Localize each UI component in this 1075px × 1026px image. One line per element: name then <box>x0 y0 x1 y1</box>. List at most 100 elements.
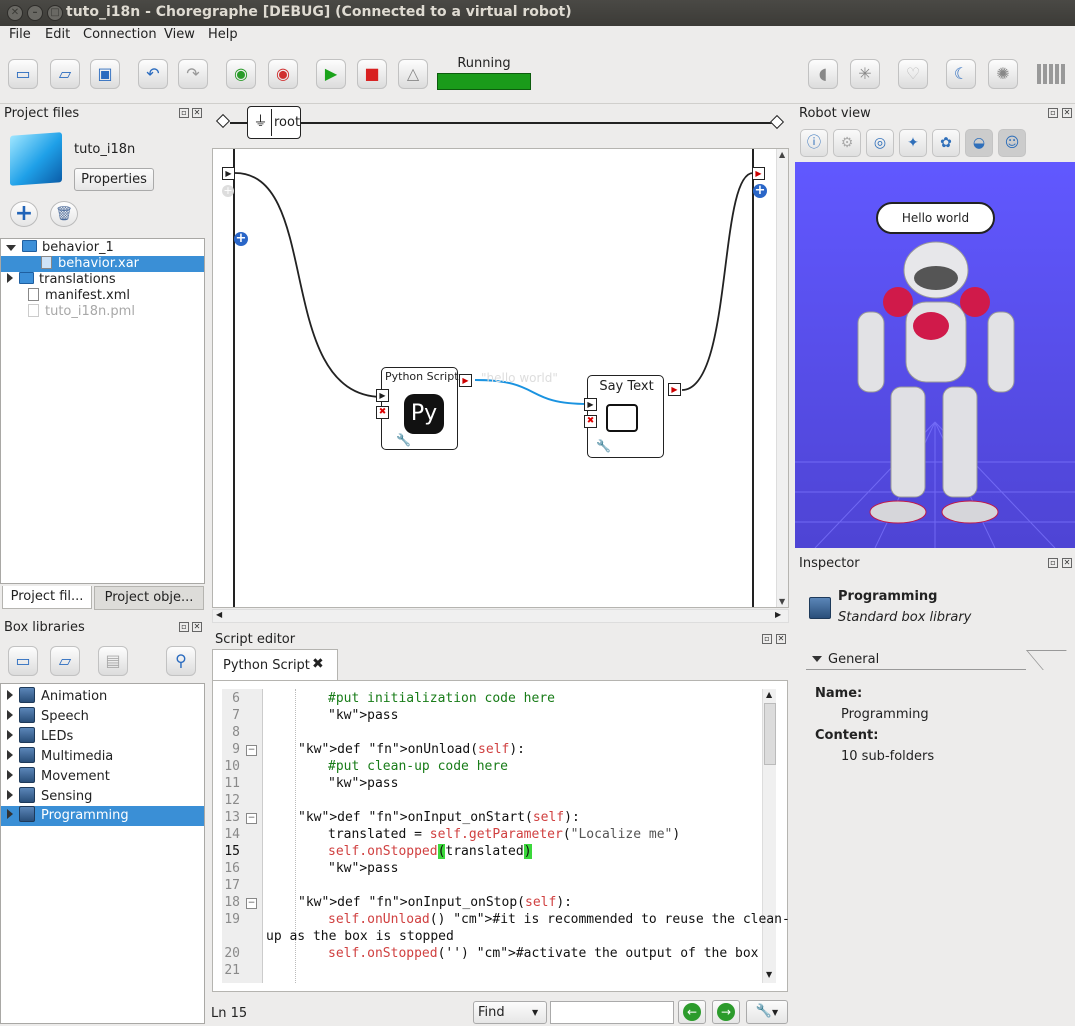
library-item-multimedia[interactable]: Multimedia <box>1 747 204 764</box>
editor-scrollbar[interactable]: ▲ ▼ <box>762 689 776 983</box>
view-options-icon[interactable]: ⚙ <box>833 129 861 157</box>
close-icon[interactable]: ✕ <box>1062 558 1072 568</box>
search-library-icon[interactable]: ⚲ <box>166 646 196 676</box>
trash-icon[interactable]: 🗑 <box>50 201 78 227</box>
library-item-animation[interactable]: Animation <box>1 687 204 704</box>
info-icon[interactable]: ⓘ <box>800 129 828 157</box>
fold-icon[interactable]: − <box>246 898 257 909</box>
python-onstop-input[interactable]: ✖ <box>376 406 389 419</box>
add-parameter-icon[interactable]: + <box>234 232 248 246</box>
scroll-up-icon[interactable]: ▲ <box>779 150 785 159</box>
properties-button[interactable]: Properties <box>74 168 154 191</box>
tree-item-behavior-xar[interactable]: behavior.xar <box>1 256 204 272</box>
editor-tools-button[interactable]: 🔧▼ <box>746 1000 788 1024</box>
redo-icon[interactable]: ↷ <box>178 59 208 89</box>
close-window-button[interactable]: ✕ <box>7 5 23 21</box>
close-icon[interactable]: ✕ <box>776 634 786 644</box>
tree-item-pml[interactable]: tuto_i18n.pml <box>1 304 204 320</box>
general-section-header[interactable]: General <box>806 650 1026 670</box>
wake-up-icon[interactable]: ✺ <box>988 59 1018 89</box>
play-icon[interactable]: ▶ <box>316 59 346 89</box>
undo-icon[interactable]: ↶ <box>138 59 168 89</box>
fold-icon[interactable]: − <box>246 745 257 756</box>
wrench-icon[interactable]: 🔧 <box>596 439 611 453</box>
robot-3d-view[interactable]: Hello world <box>795 162 1075 548</box>
say-onstart-input[interactable]: ▶ <box>584 398 597 411</box>
close-icon[interactable]: ✕ <box>192 622 202 632</box>
library-options-icon[interactable]: ▤ <box>98 646 128 676</box>
head-view-icon[interactable]: ◒ <box>965 129 993 157</box>
find-previous-button[interactable]: ← <box>678 1000 706 1024</box>
float-icon[interactable]: ▫ <box>179 108 189 118</box>
library-item-programming[interactable]: Programming <box>1 806 204 826</box>
library-item-leds[interactable]: LEDs <box>1 727 204 744</box>
find-next-button[interactable]: → <box>712 1000 740 1024</box>
say-text-box[interactable]: Say Text 🔧 <box>587 375 664 458</box>
tree-item-manifest[interactable]: manifest.xml <box>1 288 204 304</box>
python-onstopped-output[interactable]: ▶ <box>459 374 472 387</box>
open-project-icon[interactable]: ▱ <box>50 59 80 89</box>
connect-icon[interactable]: ◉ <box>226 59 256 89</box>
scroll-right-icon[interactable]: ▶ <box>775 610 781 619</box>
horizontal-scrollbar[interactable]: ◀ ▶ <box>212 609 789 623</box>
tab-project-files[interactable]: Project fil... <box>2 586 92 609</box>
flow-diagram-canvas[interactable]: ▲ ▼ ▶ + + ▶ + Python Script Py 🔧 ▶ ✖ ▶ "… <box>212 148 789 608</box>
library-item-speech[interactable]: Speech <box>1 707 204 724</box>
behavior-start-input[interactable]: ▶ <box>222 167 235 180</box>
tree-item-translations[interactable]: translations <box>1 272 204 288</box>
fold-icon[interactable]: − <box>246 813 257 824</box>
float-icon[interactable]: ▫ <box>762 634 772 644</box>
settings-icon[interactable]: ✿ <box>932 129 960 157</box>
tab-project-objects[interactable]: Project obje... <box>94 586 204 610</box>
open-library-icon[interactable]: ▱ <box>50 646 80 676</box>
wrench-icon[interactable]: 🔧 <box>396 433 411 447</box>
face-view-icon[interactable]: ☺ <box>998 129 1026 157</box>
save-project-icon[interactable]: ▣ <box>90 59 120 89</box>
new-project-icon[interactable]: ▭ <box>8 59 38 89</box>
debug-icon[interactable]: △ <box>398 59 428 89</box>
motors-icon[interactable]: ✳ <box>850 59 880 89</box>
close-tab-icon[interactable]: ✖ <box>312 656 324 672</box>
menu-connection[interactable]: Connection <box>83 27 157 42</box>
tab-python-script[interactable]: Python Script ✖ <box>212 649 338 681</box>
minimize-window-button[interactable]: – <box>27 5 43 21</box>
find-input[interactable] <box>550 1001 674 1024</box>
autonomous-life-icon[interactable]: ♡ <box>898 59 928 89</box>
camera-icon[interactable]: ◎ <box>866 129 894 157</box>
scroll-down-icon[interactable]: ▼ <box>766 970 772 979</box>
scroll-down-icon[interactable]: ▼ <box>779 597 785 606</box>
disconnect-icon[interactable]: ◉ <box>268 59 298 89</box>
add-input-icon[interactable]: + <box>222 185 234 197</box>
say-onstopped-output[interactable]: ▶ <box>668 383 681 396</box>
menu-edit[interactable]: Edit <box>45 27 70 42</box>
scroll-up-icon[interactable]: ▲ <box>766 690 772 699</box>
stop-icon[interactable]: ■ <box>357 59 387 89</box>
new-library-icon[interactable]: ▭ <box>8 646 38 676</box>
python-script-box[interactable]: Python Script Py 🔧 <box>381 367 459 450</box>
rest-icon[interactable]: ☾ <box>946 59 976 89</box>
breadcrumb[interactable]: ⏚ root <box>247 106 301 139</box>
menu-file[interactable]: File <box>9 27 31 42</box>
add-icon[interactable]: + <box>10 201 38 227</box>
menu-view[interactable]: View <box>164 27 195 42</box>
behavior-stopped-output[interactable]: ▶ <box>752 167 765 180</box>
scroll-left-icon[interactable]: ◀ <box>216 610 222 619</box>
library-item-movement[interactable]: Movement <box>1 767 204 784</box>
volume-icon[interactable]: ◖ <box>808 59 838 89</box>
float-icon[interactable]: ▫ <box>179 622 189 632</box>
maximize-window-button[interactable]: □ <box>47 5 63 21</box>
close-icon[interactable]: ✕ <box>192 108 202 118</box>
python-onstart-input[interactable]: ▶ <box>376 389 389 402</box>
float-icon[interactable]: ▫ <box>1048 558 1058 568</box>
tree-item-behavior-1[interactable]: behavior_1 <box>1 240 204 256</box>
editor-scroll-thumb[interactable] <box>764 703 776 765</box>
vertical-scrollbar[interactable] <box>776 149 788 607</box>
menu-help[interactable]: Help <box>208 27 238 42</box>
sensors-icon[interactable]: ✦ <box>899 129 927 157</box>
find-dropdown[interactable]: Find ▼ <box>473 1001 547 1024</box>
close-icon[interactable]: ✕ <box>1062 108 1072 118</box>
float-icon[interactable]: ▫ <box>1048 108 1058 118</box>
say-onstop-input[interactable]: ✖ <box>584 415 597 428</box>
library-item-sensing[interactable]: Sensing <box>1 787 204 804</box>
add-output-icon[interactable]: + <box>753 184 767 198</box>
